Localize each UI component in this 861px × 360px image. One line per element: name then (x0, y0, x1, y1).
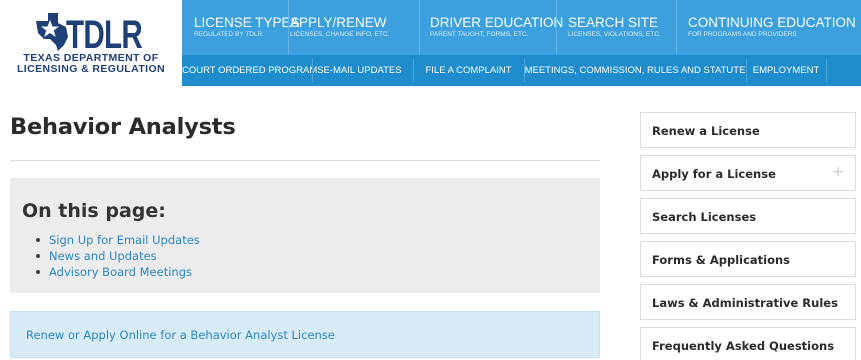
nav-driver-education[interactable]: DRIVER EDUCATION PARENT TAUGHT, FORMS, E… (418, 0, 564, 55)
sidebar-item-faq[interactable]: Frequently Asked Questions (640, 327, 856, 360)
expand-plus-icon[interactable]: + (832, 164, 844, 180)
link-advisory-board-meetings[interactable]: Advisory Board Meetings (36, 264, 200, 280)
nav-item-subtitle: FOR PROGRAMS AND PROVIDERS (688, 31, 797, 38)
link-sign-up-email-updates[interactable]: Sign Up for Email Updates (36, 232, 200, 248)
title-divider (10, 160, 600, 161)
logo-subtitle-line2: LICENSING & REGULATION (16, 63, 166, 75)
logo-wordmark: TDLR (66, 13, 143, 54)
on-this-page-heading: On this page: (22, 200, 166, 222)
nav-license-types[interactable]: LICENSE TYPES REGULATED BY TDLR (182, 0, 300, 55)
secondary-nav: COURT ORDERED PROGRAMS E-MAIL UPDATES FI… (182, 55, 861, 86)
sidebar-item-search-licenses[interactable]: Search Licenses (640, 198, 856, 234)
primary-nav: LICENSE TYPES REGULATED BY TDLR APPLY/RE… (182, 0, 861, 55)
renew-apply-online-link[interactable]: Renew or Apply Online for a Behavior Ana… (26, 328, 335, 342)
nav-court-ordered-programs[interactable]: COURT ORDERED PROGRAMS (182, 55, 324, 86)
nav-item-subtitle: PARENT TAUGHT, FORMS, ETC. (430, 31, 529, 38)
nav-item-title: LICENSE TYPES (194, 15, 300, 30)
nav-employment[interactable]: EMPLOYMENT (746, 55, 826, 86)
nav-search-site[interactable]: SEARCH SITE LICENSES, VIOLATIONS, ETC. (556, 0, 676, 55)
site-header: TDLR TEXAS DEPARTMENT OF LICENSING & REG… (0, 0, 861, 86)
nav-item-subtitle: LICENSES, CHANGE INFO, ETC. (290, 31, 390, 38)
logo-subtitle: TEXAS DEPARTMENT OF LICENSING & REGULATI… (0, 53, 182, 75)
nav-item-subtitle: LICENSES, VIOLATIONS, ETC. (568, 31, 661, 38)
main-navigation: LICENSE TYPES REGULATED BY TDLR APPLY/RE… (182, 0, 861, 86)
sidebar-item-apply-license[interactable]: Apply for a License + (640, 155, 856, 191)
sidebar-item-label: Frequently Asked Questions (652, 339, 835, 353)
tdlr-logo-mark: TDLR (36, 13, 144, 54)
nav-divider (826, 59, 827, 82)
nav-item-title: DRIVER EDUCATION (430, 15, 564, 30)
sidebar-item-forms-applications[interactable]: Forms & Applications (640, 241, 856, 277)
nav-file-a-complaint[interactable]: FILE A COMPLAINT (413, 55, 524, 86)
nav-apply-renew[interactable]: APPLY/RENEW LICENSES, CHANGE INFO, ETC. (278, 0, 418, 55)
nav-item-title: APPLY/RENEW (290, 15, 387, 30)
nav-email-updates[interactable]: E-MAIL UPDATES (312, 55, 413, 86)
sidebar-item-laws-rules[interactable]: Laws & Administrative Rules (640, 284, 856, 320)
sidebar-item-label: Search Licenses (652, 210, 757, 224)
sidebar-item-label: Apply for a License (652, 167, 776, 181)
page-title: Behavior Analysts (10, 114, 236, 140)
renew-apply-callout: Renew or Apply Online for a Behavior Ana… (10, 311, 600, 358)
on-this-page-box: On this page: Sign Up for Email Updates … (10, 178, 600, 293)
tdlr-logo[interactable]: TDLR TEXAS DEPARTMENT OF LICENSING & REG… (0, 0, 182, 86)
nav-meetings-commission-rules[interactable]: MEETINGS, COMMISSION, RULES AND STATUTE (524, 55, 746, 86)
link-news-and-updates[interactable]: News and Updates (36, 248, 200, 264)
sidebar-item-label: Laws & Administrative Rules (652, 296, 838, 310)
sidebar-item-renew-license[interactable]: Renew a License (640, 112, 856, 148)
nav-item-title: SEARCH SITE (568, 15, 659, 30)
sidebar-item-label: Forms & Applications (652, 253, 791, 267)
sidebar-item-label: Renew a License (652, 124, 760, 138)
nav-item-title: CONTINUING EDUCATION (688, 15, 856, 30)
on-this-page-list: Sign Up for Email Updates News and Updat… (36, 232, 200, 280)
nav-continuing-education[interactable]: CONTINUING EDUCATION FOR PROGRAMS AND PR… (676, 0, 861, 55)
nav-item-subtitle: REGULATED BY TDLR (194, 31, 263, 38)
